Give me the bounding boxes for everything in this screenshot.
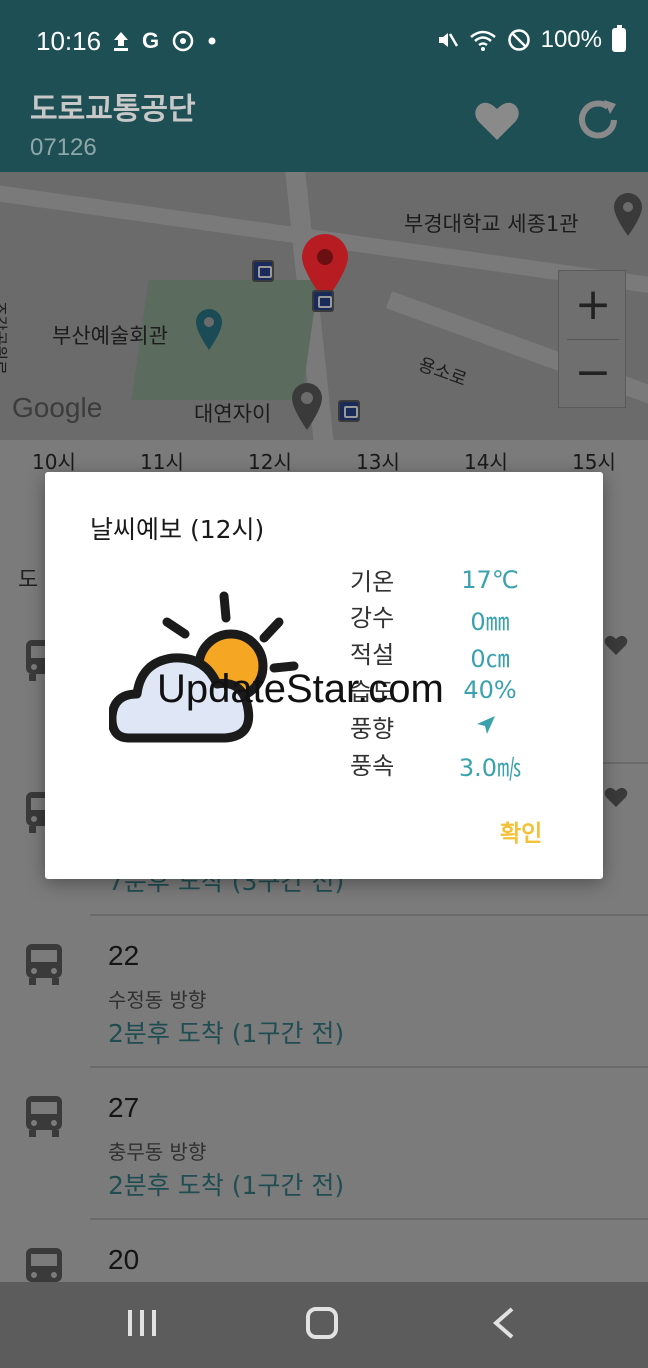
weather-label-wind-dir: 풍향 — [350, 715, 395, 743]
favorite-heart-icon[interactable] — [604, 634, 628, 656]
hour-tab[interactable]: 15시 — [572, 446, 616, 475]
place-marker-icon[interactable] — [194, 308, 224, 352]
google-g-icon: G — [142, 28, 160, 53]
weather-label-precip: 강수 — [350, 604, 395, 632]
battery-icon — [612, 25, 626, 52]
zoom-controls: + − — [558, 270, 626, 408]
google-logo: Google — [12, 392, 103, 423]
zoom-out-button[interactable]: − — [559, 351, 627, 395]
favorite-heart-icon[interactable] — [604, 786, 628, 808]
refresh-icon[interactable] — [574, 96, 622, 144]
weather-dialog: 날씨예보 (12시) 기온 17℃ 강수 0㎜ 적설 0㎝ 습도 40% 풍향 … — [45, 472, 603, 879]
place-marker-icon[interactable] — [290, 382, 324, 432]
watermark-text: UpdateStar.com — [157, 667, 444, 711]
bus-stop-marker[interactable] — [312, 290, 334, 312]
upload-icon — [114, 32, 128, 51]
route-direction: 수정동 방향 — [108, 988, 207, 1012]
wind-direction-arrow-icon — [477, 716, 495, 734]
system-nav-bar — [0, 1282, 648, 1368]
weather-value-snow: 0㎝ — [470, 645, 510, 673]
ok-button[interactable]: 확인 — [500, 814, 542, 848]
weather-value-humidity: 40% — [463, 676, 517, 704]
hour-tab[interactable]: 12시 — [248, 446, 292, 475]
map-view[interactable]: 부경대학교 세종1관 부산예술회관 대연자이 용소로 조각공원로 + − Goo… — [0, 172, 648, 440]
route-number: 22 — [108, 940, 140, 971]
bus-stop-marker[interactable] — [338, 400, 360, 422]
hour-tab[interactable]: 11시 — [140, 446, 184, 475]
place-marker-icon[interactable] — [612, 192, 644, 238]
map-label-pnu: 부경대학교 세종1관 — [404, 212, 579, 236]
status-right-icons: 100% — [435, 25, 626, 54]
route-number: 20 — [108, 1244, 140, 1275]
arrival-eta: 2분후 도착 (1구간 전) — [108, 1019, 345, 1048]
hour-tab[interactable]: 14시 — [464, 446, 508, 475]
status-left-icons: G — [112, 28, 217, 54]
status-time: 10:16 — [36, 26, 102, 56]
route-number: 27 — [108, 1092, 140, 1123]
stop-title: 도로교통공단 — [30, 92, 196, 127]
bus-stop-marker[interactable] — [252, 260, 274, 282]
list-item[interactable]: 27 충무동 방향 2분후 도착 (1구간 전) — [0, 1068, 648, 1220]
stop-id: 07126 — [30, 134, 97, 161]
list-header: 도 — [18, 568, 39, 593]
weather-value-temp: 17℃ — [461, 566, 519, 594]
map-label-jogak: 조각공원로 — [0, 301, 9, 375]
bus-icon — [26, 944, 62, 985]
favorite-heart-icon[interactable] — [474, 100, 520, 142]
list-item[interactable]: 22 수정동 방향 2분후 도착 (1구간 전) — [0, 916, 648, 1068]
bus-icon — [26, 1096, 62, 1137]
weather-label-temp: 기온 — [350, 568, 395, 596]
mute-icon — [438, 33, 458, 47]
map-label-arts: 부산예술회관 — [52, 324, 168, 348]
wifi-icon — [469, 30, 496, 51]
weather-label-wind-speed: 풍속 — [350, 752, 395, 780]
battery-percent: 100% — [540, 26, 602, 53]
back-icon[interactable] — [490, 1306, 516, 1340]
route-direction: 충무동 방향 — [108, 1140, 207, 1164]
weather-value-precip: 0㎜ — [470, 608, 510, 636]
weather-value-wind-speed: 3.0㎧ — [458, 754, 522, 782]
dot-icon — [208, 37, 216, 45]
do-not-disturb-icon — [507, 29, 530, 51]
recent-apps-icon[interactable] — [126, 1308, 158, 1338]
hour-tab[interactable]: 10시 — [32, 446, 76, 475]
map-label-daeyeon: 대연자이 — [194, 402, 272, 426]
map-label-yongso: 용소로 — [415, 354, 470, 391]
dialog-title: 날씨예보 (12시) — [90, 515, 265, 544]
arrival-eta: 2분후 도착 (1구간 전) — [108, 1171, 345, 1200]
sync-icon — [172, 30, 194, 52]
home-icon[interactable] — [306, 1307, 338, 1339]
weather-label-snow: 적설 — [350, 641, 395, 669]
hour-tab[interactable]: 13시 — [356, 446, 400, 475]
zoom-in-button[interactable]: + — [559, 283, 627, 327]
